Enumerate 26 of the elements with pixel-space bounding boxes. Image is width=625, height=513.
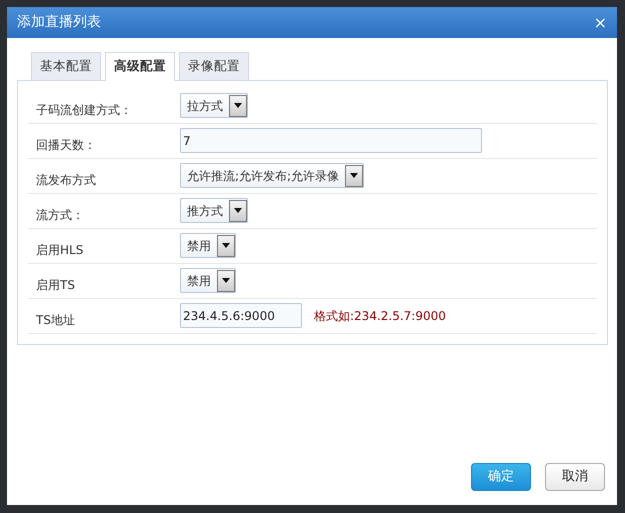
cancel-button[interactable]: 取消	[545, 463, 605, 491]
field-label: 启用TS	[35, 276, 76, 294]
tab[interactable]: 高级配置	[105, 52, 175, 81]
dropdown[interactable]: 推方式	[180, 198, 248, 224]
field-label: 流发布方式	[35, 172, 97, 189]
dropdown[interactable]: 拉方式	[180, 93, 248, 118]
caret-icon	[350, 173, 358, 178]
dropdown[interactable]: 禁用	[180, 268, 236, 294]
field-label: 启用HLS	[35, 242, 84, 259]
close-button[interactable]: ×	[594, 14, 607, 30]
dropdown[interactable]: 禁用	[180, 233, 236, 258]
field-label: TS地址	[35, 312, 76, 329]
field-label: 子码流创建方式：	[35, 102, 133, 119]
caret-icon	[222, 278, 230, 284]
caret-icon	[222, 243, 230, 248]
window-title: 添加直播列表	[17, 13, 101, 32]
field-label: 流方式：	[35, 206, 85, 224]
tab[interactable]: 录像配置	[179, 52, 249, 80]
tab[interactable]: 基本配置	[31, 52, 101, 80]
dropdown[interactable]: 允许推流;允许发布;允许录像	[180, 163, 364, 188]
hint-text: 格式如:234.2.5.7:9000	[314, 308, 446, 325]
caret-icon	[234, 103, 242, 108]
input-field[interactable]: 7	[180, 128, 482, 154]
input-field[interactable]: 234.4.5.6:9000	[180, 303, 302, 328]
caret-icon	[234, 208, 242, 214]
field-label: 回播天数：	[35, 136, 97, 154]
